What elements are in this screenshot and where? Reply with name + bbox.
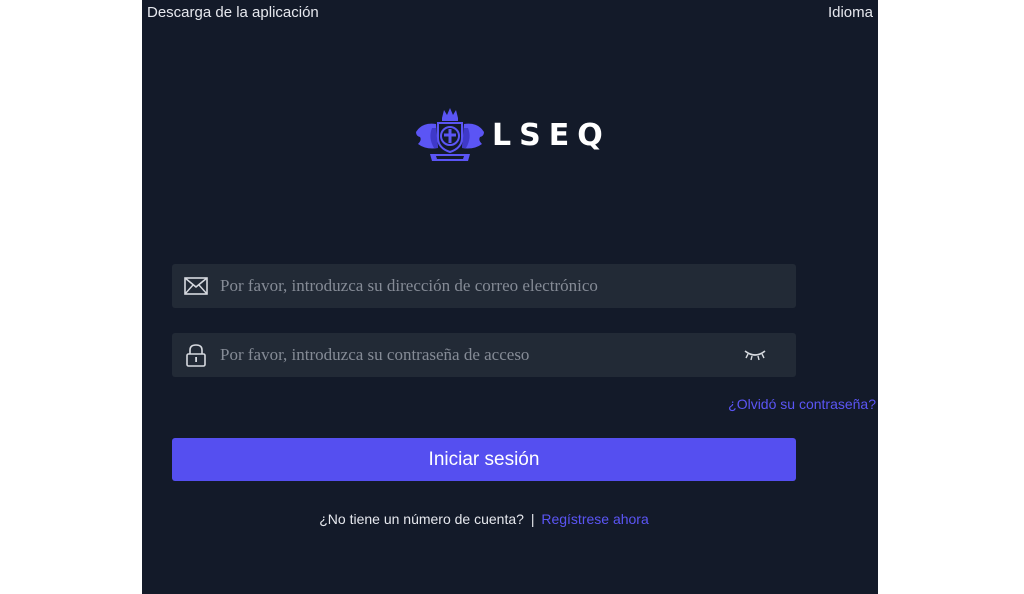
lock-icon (184, 343, 208, 367)
eye-closed-icon[interactable] (740, 343, 770, 367)
password-field[interactable] (172, 333, 796, 377)
email-input[interactable] (208, 264, 796, 308)
brand-name: LSEQ (492, 117, 611, 153)
register-separator: | (530, 511, 535, 527)
login-button[interactable]: Iniciar sesión (172, 438, 796, 481)
app-download-link[interactable]: Descarga de la aplicación (147, 4, 319, 21)
language-selector[interactable]: Idioma (828, 4, 873, 21)
login-screen: Descarga de la aplicación Idioma LSEQ Po… (142, 0, 878, 594)
register-link[interactable]: Regístrese ahora (541, 511, 648, 527)
crest-icon (416, 108, 484, 161)
envelope-icon (184, 274, 208, 298)
email-field[interactable] (172, 264, 796, 308)
brand-logo: LSEQ (414, 104, 611, 166)
register-row: ¿No tiene un número de cuenta? | Regístr… (142, 511, 826, 527)
register-prompt: ¿No tiene un número de cuenta? (319, 511, 524, 527)
forgot-password-link[interactable]: ¿Olvidó su contraseña? (728, 396, 876, 412)
password-input[interactable] (208, 333, 740, 377)
